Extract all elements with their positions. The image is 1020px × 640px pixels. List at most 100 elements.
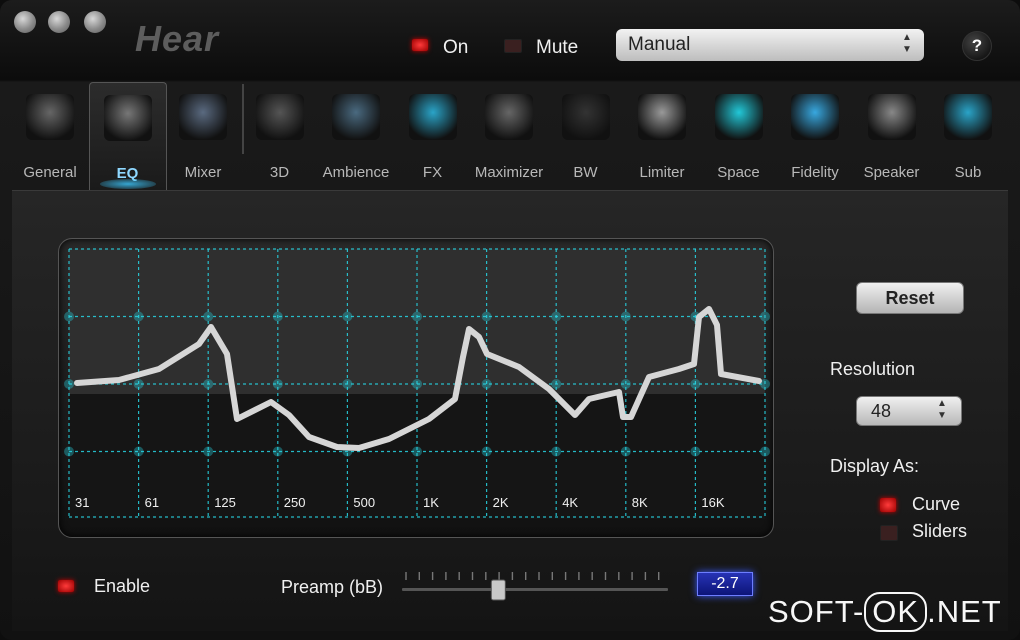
eq-grid-node — [481, 379, 492, 389]
tab-label: General — [23, 164, 77, 181]
eq-grid-node — [133, 311, 144, 322]
sliders-radio[interactable] — [880, 525, 898, 541]
band-label: 61 — [145, 495, 159, 510]
tab-space[interactable]: Space — [701, 82, 777, 190]
speaker-icon — [867, 94, 916, 140]
band-label: 4K — [562, 495, 578, 510]
tab-fx[interactable]: FX — [395, 82, 471, 190]
app-title: Hear — [135, 18, 220, 59]
eq-curve-graph[interactable]: 31 61 125 250 500 1K 2K 4K 8K 16K — [58, 238, 774, 538]
band-label: 31 — [75, 495, 89, 510]
watermark: SOFT- OK .NET — [768, 592, 1002, 632]
zoom-window-button[interactable] — [84, 11, 106, 33]
watermark-ok: OK — [864, 592, 928, 632]
tab-eq[interactable]: EQ — [88, 82, 167, 191]
eq-grid-node — [133, 379, 144, 389]
tab-bw[interactable]: BW — [548, 82, 624, 190]
eq-grid-node — [412, 446, 422, 457]
band-label: 500 — [353, 495, 375, 510]
resolution-arrows-icon[interactable]: ▲ ▼ — [931, 398, 953, 424]
eq-grid-node — [342, 311, 353, 322]
band-label: 125 — [214, 495, 236, 510]
eq-grid-node — [64, 379, 74, 389]
fx-icon — [408, 94, 457, 140]
tab-label: 3D — [269, 164, 290, 181]
tab-mixer[interactable]: Mixer — [165, 82, 241, 190]
eq-grid-node — [64, 446, 74, 457]
eq-grid-node — [203, 311, 214, 322]
eq-grid-node — [64, 311, 74, 322]
eq-grid-node — [481, 311, 492, 322]
curve-label[interactable]: Curve — [912, 494, 960, 515]
watermark-right: .NET — [927, 594, 1002, 629]
enable-toggle[interactable] — [58, 580, 74, 592]
eq-grid-node — [620, 446, 631, 457]
eq-grid-node — [412, 311, 422, 322]
preset-stepper-icon[interactable]: ▲ ▼ — [896, 32, 918, 58]
eq-grid-node — [551, 311, 562, 322]
tab-ambience[interactable]: Ambience — [318, 82, 394, 190]
tab-label: BW — [573, 164, 598, 181]
tab-label: Ambience — [322, 164, 390, 181]
preamp-label: Preamp (bB) — [281, 577, 384, 597]
preamp-knob[interactable] — [490, 579, 506, 601]
enable-label[interactable]: Enable — [94, 576, 150, 597]
eq-grid-node — [203, 379, 214, 389]
tab-general[interactable]: General — [12, 82, 88, 190]
eq-grid-node — [272, 446, 283, 457]
mixer-icon — [179, 94, 227, 140]
tab-label: FX — [422, 164, 443, 181]
band-label: 8K — [632, 495, 648, 510]
tab-label: Mixer — [184, 164, 222, 181]
tab-maximizer[interactable]: Maximizer — [471, 82, 547, 190]
preamp-track-line — [402, 588, 668, 591]
help-button[interactable]: ? — [962, 31, 992, 61]
subwoofer-icon — [944, 94, 992, 140]
resolution-stepper[interactable]: 48 ▲ ▼ — [856, 396, 962, 426]
headphones-icon — [485, 94, 533, 140]
ambience-speaker-icon — [332, 94, 380, 140]
close-window-button[interactable] — [14, 11, 36, 33]
on-label[interactable]: On — [443, 37, 468, 59]
eq-sliders-icon — [103, 95, 152, 141]
band-label: 16K — [701, 495, 724, 510]
tab-label: Space — [717, 164, 760, 181]
mute-label[interactable]: Mute — [536, 37, 578, 59]
tab-sub[interactable]: Sub — [930, 82, 1006, 190]
tab-label: Limiter — [639, 164, 685, 181]
disc-icon — [26, 94, 74, 140]
tab-limiter[interactable]: Limiter — [624, 82, 700, 190]
eq-curve-svg[interactable]: 31 61 125 250 500 1K 2K 4K 8K 16K — [59, 239, 773, 537]
eq-grid-node — [760, 446, 770, 457]
tab-label: Fidelity — [791, 164, 839, 181]
reset-button[interactable]: Reset — [856, 282, 964, 314]
band-label: 250 — [284, 495, 306, 510]
resolution-label: Resolution — [830, 359, 916, 379]
eq-grid-node — [342, 379, 353, 389]
band-label: 1K — [423, 495, 439, 510]
tab-3d[interactable]: 3D — [242, 82, 318, 190]
eq-grid-node — [481, 446, 492, 457]
tab-label: Maximizer — [474, 164, 544, 181]
minimize-window-button[interactable] — [48, 11, 70, 33]
tab-strip: General EQ Mixer 3D Ambience FX Maximizer BW Lim… — [12, 82, 1008, 191]
eq-grid-node — [203, 446, 214, 457]
preamp-slider[interactable] — [400, 566, 670, 602]
mute-indicator-led[interactable] — [504, 39, 522, 53]
on-indicator-led[interactable] — [412, 39, 428, 51]
eq-grid-node — [690, 446, 701, 457]
eq-grid-node — [620, 379, 631, 389]
tab-speaker[interactable]: Speaker — [854, 82, 930, 190]
eq-grid-node — [551, 379, 562, 389]
eq-grid-node — [272, 379, 283, 389]
watermark-left: SOFT- — [768, 594, 865, 629]
band-label: 2K — [493, 495, 509, 510]
speakers-3d-icon — [255, 94, 304, 140]
sliders-label[interactable]: Sliders — [912, 521, 967, 542]
preset-select[interactable]: Manual ▲ ▼ — [616, 29, 924, 61]
selected-tab-glow — [99, 179, 156, 189]
eq-grid-node — [620, 311, 631, 322]
tab-fidelity[interactable]: Fidelity — [777, 82, 853, 190]
curve-radio[interactable] — [880, 498, 896, 512]
preamp-value-display: -2.7 — [697, 572, 753, 596]
